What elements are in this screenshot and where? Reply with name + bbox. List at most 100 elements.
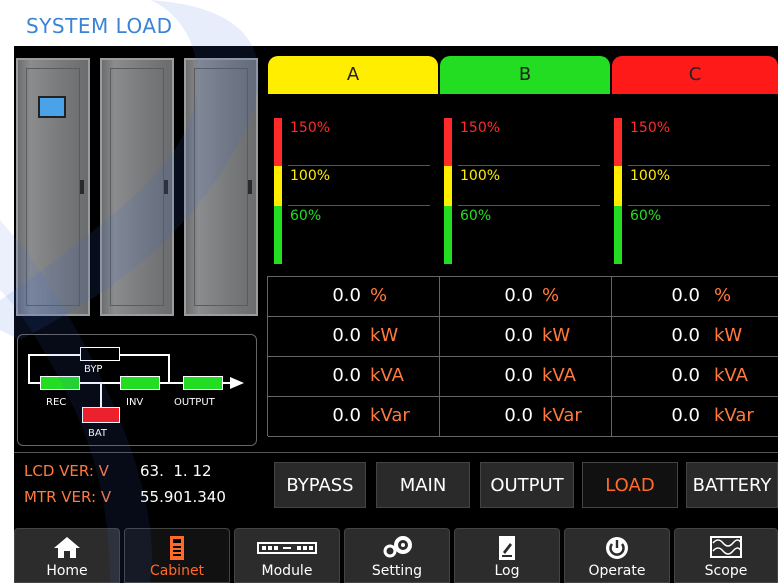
table-cell: 0.0 kVar xyxy=(440,397,612,437)
bat-label: BAT xyxy=(88,428,108,439)
lcd-version-value: 63. 1. 12 xyxy=(140,462,212,480)
phase-c-header: C xyxy=(612,56,778,94)
cell-value: 0.0 xyxy=(332,325,361,346)
nav-label: Log xyxy=(494,563,520,579)
battery-block xyxy=(82,407,120,423)
nav-label: Cabinet xyxy=(149,563,205,579)
inverter-block xyxy=(120,376,160,390)
table-cell: 0.0% xyxy=(612,277,778,317)
nav-cabinet[interactable]: Cabinet xyxy=(124,528,230,583)
module-icon xyxy=(235,535,339,559)
tab-load[interactable]: LOAD xyxy=(582,462,678,508)
cell-unit: % xyxy=(370,285,388,306)
level-100-label: 100% xyxy=(630,168,671,184)
tab-main[interactable]: MAIN xyxy=(376,462,470,508)
page-title: SYSTEM LOAD xyxy=(26,14,173,38)
nav-label: Operate xyxy=(588,563,646,579)
cell-value: 0.0 xyxy=(671,365,700,386)
nav-label: Module xyxy=(261,563,313,579)
table-cell: 0.0% xyxy=(440,277,612,317)
table-cell: 0.0 kW xyxy=(268,317,440,357)
cell-value: 0.0 xyxy=(671,405,700,426)
nav-operate[interactable]: Operate xyxy=(564,528,670,583)
tab-label: BYPASS xyxy=(286,475,354,496)
cabinet-door-right xyxy=(184,58,258,316)
home-icon xyxy=(15,535,119,559)
tab-label: LOAD xyxy=(605,475,655,496)
level-100-label: 100% xyxy=(290,168,331,184)
tab-label: OUTPUT xyxy=(490,475,564,496)
nav-label: Scope xyxy=(704,563,748,579)
output-label: OUTPUT xyxy=(174,397,215,408)
level-150-label: 150% xyxy=(460,120,501,136)
lcd-version-label: LCD VER: V xyxy=(24,462,109,480)
cell-value: 0.0 xyxy=(332,405,361,426)
power-flow-diagram: BYP REC INV OUTPUT BAT xyxy=(17,334,257,446)
output-block xyxy=(183,376,223,390)
cell-unit: kVA xyxy=(714,365,748,386)
cell-unit: % xyxy=(542,285,560,306)
level-150-label: 150% xyxy=(630,120,671,136)
cell-value: 0.0 xyxy=(332,285,361,306)
bypass-block xyxy=(80,347,120,361)
cell-unit: kVar xyxy=(370,405,410,426)
mtr-version-value: 55.901.340 xyxy=(140,488,226,506)
tab-label: MAIN xyxy=(399,475,447,496)
table-cell: 0.0 kW xyxy=(612,317,778,357)
byp-label: BYP xyxy=(84,364,103,375)
phase-c-label: C xyxy=(688,64,702,85)
cabinet-icon xyxy=(125,535,229,560)
tab-battery[interactable]: BATTERY xyxy=(686,462,778,508)
level-150-label: 150% xyxy=(290,120,331,136)
table-cell: 0.0 kVA xyxy=(612,357,778,397)
output-arrow-icon xyxy=(230,377,244,389)
mtr-version-label: MTR VER: V xyxy=(24,488,112,506)
cell-value: 0.0 xyxy=(504,365,533,386)
cell-unit: kW xyxy=(542,325,571,346)
cell-value: 0.0 xyxy=(504,285,533,306)
nav-setting[interactable]: Setting xyxy=(344,528,450,583)
cabinet-door-middle xyxy=(100,58,174,316)
cell-value: 0.0 xyxy=(504,325,533,346)
tab-output[interactable]: OUTPUT xyxy=(480,462,574,508)
table-cell: 0.0 kW xyxy=(440,317,612,357)
level-60-label: 60% xyxy=(460,208,492,224)
level-60-label: 60% xyxy=(290,208,322,224)
cell-value: 0.0 xyxy=(332,365,361,386)
power-icon xyxy=(565,535,669,559)
cell-unit: kW xyxy=(370,325,399,346)
table-cell: 0.0 kVar xyxy=(612,397,778,437)
tab-label: BATTERY xyxy=(692,475,772,496)
inv-label: INV xyxy=(126,397,144,408)
nav-label: Setting xyxy=(371,563,423,579)
nav-module[interactable]: Module xyxy=(234,528,340,583)
phase-c-load-bar: 150% 100% 60% xyxy=(614,118,774,264)
nav-log[interactable]: Log xyxy=(454,528,560,583)
phase-a-label: A xyxy=(346,64,360,85)
cell-unit: kVar xyxy=(714,405,754,426)
gear-icon xyxy=(345,535,449,559)
phase-b-header: B xyxy=(440,56,610,94)
level-100-label: 100% xyxy=(460,168,501,184)
table-cell: 0.0 kVar xyxy=(268,397,440,437)
phase-a-load-bar: 150% 100% 60% xyxy=(274,118,434,264)
table-cell: 0.0% xyxy=(268,277,440,317)
phase-a-header: A xyxy=(268,56,438,94)
cell-unit: kW xyxy=(714,325,743,346)
nav-scope[interactable]: Scope xyxy=(674,528,778,583)
phase-b-load-bar: 150% 100% 60% xyxy=(444,118,604,264)
cell-unit: kVar xyxy=(542,405,582,426)
phase-b-label: B xyxy=(518,64,532,85)
rectifier-block xyxy=(40,376,80,390)
rec-label: REC xyxy=(46,397,67,408)
cell-unit: kVA xyxy=(370,365,404,386)
scope-icon xyxy=(675,535,777,559)
cell-unit: % xyxy=(714,285,732,306)
nav-home[interactable]: Home xyxy=(14,528,120,583)
tab-bypass[interactable]: BYPASS xyxy=(274,462,366,508)
cell-value: 0.0 xyxy=(671,285,700,306)
cabinet-screen-icon xyxy=(38,96,66,118)
divider xyxy=(14,452,778,453)
cell-unit: kVA xyxy=(542,365,576,386)
table-cell: 0.0 kVA xyxy=(440,357,612,397)
